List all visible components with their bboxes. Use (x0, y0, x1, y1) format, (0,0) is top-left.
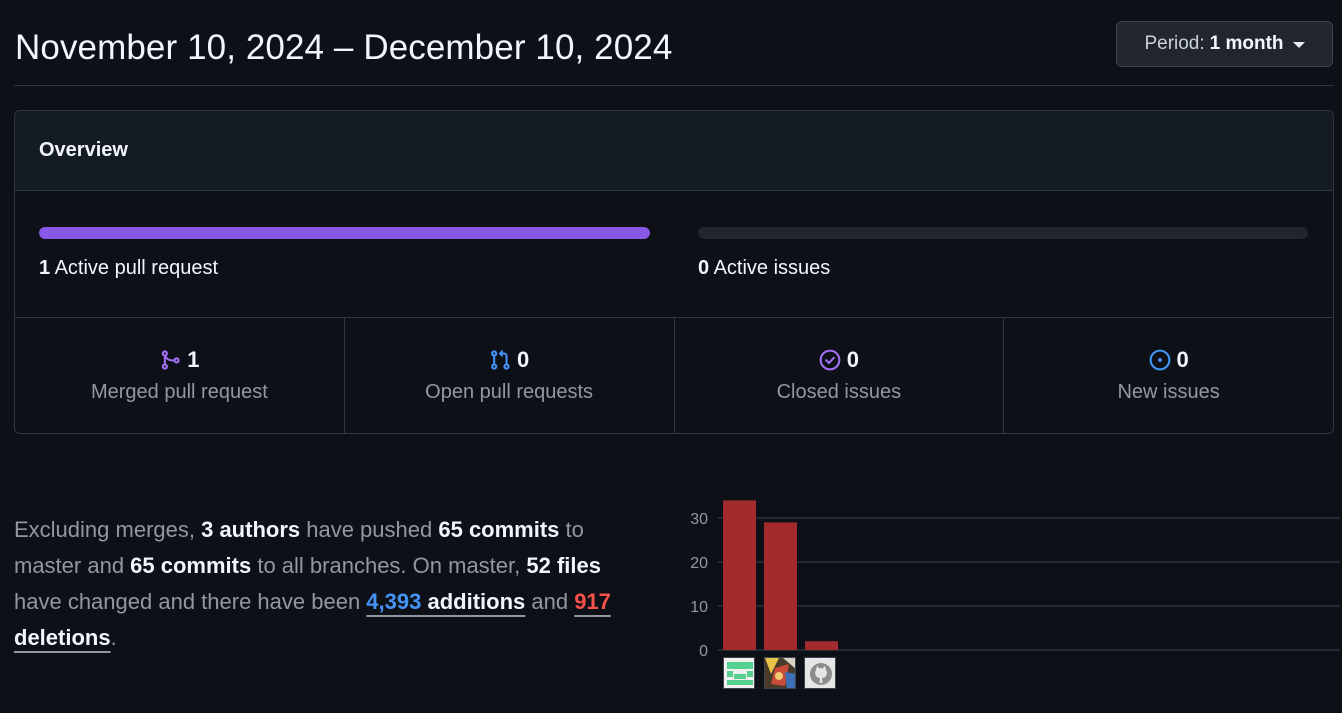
merged-prs-count: 1 (187, 347, 200, 372)
stat-merged-prs[interactable]: 1 Merged pull request (15, 318, 345, 433)
open-pr-icon (491, 349, 510, 370)
merged-prs-label: Merged pull request (90, 381, 268, 403)
summary-text: have pushed (300, 517, 439, 542)
y-tick-label: 30 (690, 511, 708, 528)
user-photo-avatar-icon (765, 658, 795, 688)
active-issues-bar[interactable] (698, 227, 1308, 239)
overview-header: Overview (15, 111, 1333, 191)
closed-issues-count: 0 (846, 347, 859, 372)
deletions-count: 917 (574, 589, 611, 614)
summary-text: have changed and there have been (14, 589, 367, 614)
overview-stats: 1 Merged pull request 0 Open pull reques… (15, 318, 1333, 433)
y-tick-label: 10 (690, 599, 708, 616)
active-prs-label: Active pull request (54, 257, 218, 279)
stat-open-prs[interactable]: 0 Open pull requests (345, 318, 675, 433)
open-prs-count: 0 (517, 347, 530, 372)
commits-by-author-chart: 0 10 20 30 (680, 490, 1340, 700)
commits-master-count: 65 commits (438, 517, 560, 542)
active-prs-link[interactable]: 1 Active pull request (39, 257, 218, 280)
period-label: Period: (1144, 33, 1205, 54)
commits-all-count: 65 commits (130, 553, 252, 578)
active-prs-count: 1 (39, 257, 51, 279)
github-logo-icon (805, 658, 835, 688)
deletions-label: deletions (14, 625, 111, 650)
period-dropdown-button[interactable]: Period: 1 month (1116, 21, 1333, 67)
closed-issue-icon (819, 349, 841, 371)
new-issues-count: 0 (1176, 347, 1189, 372)
active-prs-bar-fill (39, 227, 650, 239)
overview-panel: Overview 1 Active pull request 0 Active … (14, 110, 1334, 434)
page-header: November 10, 2024 – December 10, 2024 Pe… (14, 0, 1334, 86)
y-tick-label: 0 (699, 643, 708, 660)
summary-text: to all branches. On master, (251, 553, 527, 578)
summary-text: . (110, 625, 117, 650)
active-issues-label: Active issues (713, 257, 831, 279)
summary-text: and (525, 589, 575, 614)
additions-label: additions (421, 589, 526, 614)
stat-new-issues[interactable]: 0 New issues (1004, 318, 1333, 433)
active-issues-link[interactable]: 0 Active issues (698, 257, 830, 280)
date-range-title: November 10, 2024 – December 10, 2024 (15, 28, 673, 67)
caret-down-icon (1292, 42, 1305, 48)
stat-closed-issues[interactable]: 0 Closed issues (675, 318, 1005, 433)
chart-bar-author-3[interactable] (805, 641, 838, 650)
summary-text: Excluding merges, (14, 517, 202, 542)
commit-summary: Excluding merges, 3 authors have pushed … (14, 512, 654, 656)
additions-link[interactable]: 4,393 additions (366, 589, 525, 614)
y-tick-label: 20 (690, 555, 708, 572)
new-issues-label: New issues (1117, 381, 1220, 403)
new-issue-icon (1149, 349, 1170, 371)
chart-bar-author-1[interactable] (723, 500, 756, 650)
files-count: 52 files (526, 553, 601, 578)
open-prs-label: Open pull requests (425, 381, 594, 403)
author-avatar-1[interactable] (723, 657, 755, 689)
overview-activity-bars: 1 Active pull request 0 Active issues (15, 191, 1333, 318)
identicon-avatar-icon (724, 658, 754, 688)
author-avatar-2[interactable] (764, 657, 796, 689)
closed-issues-label: Closed issues (776, 381, 902, 403)
author-avatar-3[interactable] (804, 657, 836, 689)
overview-title: Overview (39, 139, 128, 161)
authors-count: 3 authors (201, 517, 301, 542)
additions-count: 4,393 (366, 589, 422, 614)
active-issues-count: 0 (698, 257, 710, 279)
period-value: 1 month (1209, 33, 1284, 54)
merged-pr-icon (162, 350, 180, 370)
active-prs-bar[interactable] (39, 227, 650, 239)
chart-bar-author-2[interactable] (764, 522, 797, 650)
